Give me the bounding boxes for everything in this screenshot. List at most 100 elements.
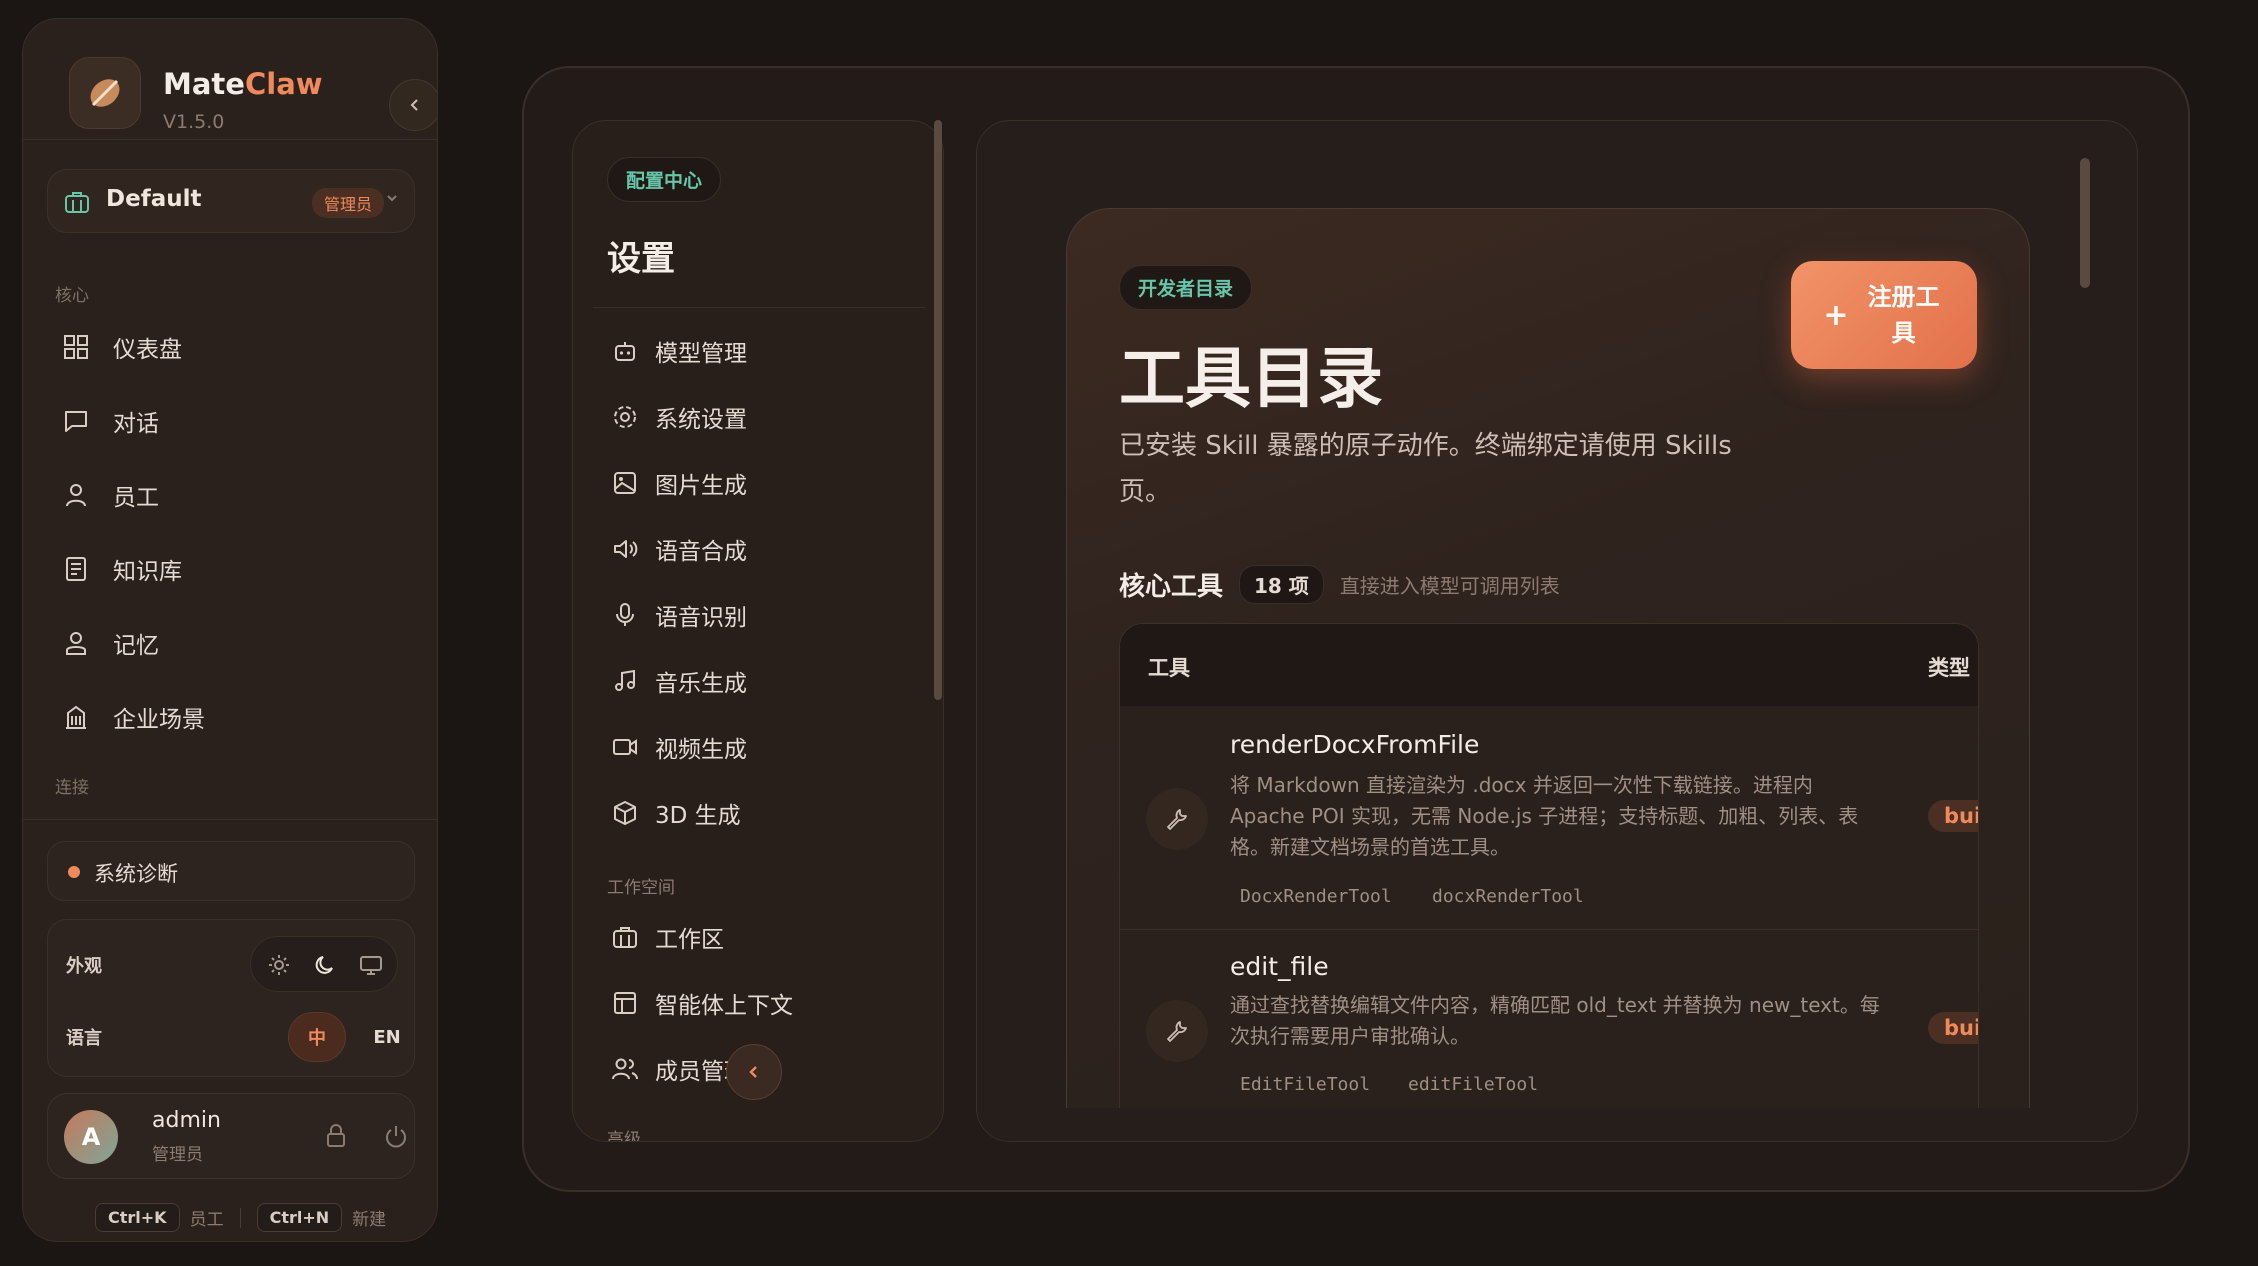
section-connect: 连接 (55, 778, 89, 798)
core-tools-hint: 直接进入模型可调用列表 (1339, 574, 1560, 598)
settings-item-image[interactable]: 图片生成 (609, 457, 909, 509)
video-icon (609, 731, 641, 763)
language-en-button[interactable]: EN (358, 1012, 416, 1062)
appearance-label: 外观 (66, 956, 102, 977)
section-advanced: 高级 (607, 1130, 641, 1142)
microphone-icon (609, 599, 641, 631)
collapse-sidebar-button[interactable] (389, 79, 437, 131)
settings-item-label: 系统设置 (655, 407, 747, 433)
tool-alias: DocxRenderTool (1240, 886, 1392, 907)
dark-theme-button[interactable] (307, 947, 343, 983)
workspace-switcher[interactable]: Default 管理员 (47, 169, 415, 233)
type-badge: bui (1928, 1012, 1978, 1044)
page-description: 已安装 Skill 暴露的原子动作。终端绑定请使用 Skills 页。 (1119, 431, 1732, 507)
settings-item-video[interactable]: 视频生成 (609, 721, 909, 773)
settings-item-music[interactable]: 音乐生成 (609, 655, 909, 707)
settings-item-label: 视频生成 (655, 737, 747, 763)
chevron-left-icon (410, 99, 418, 111)
register-tool-label: 注册工具 (1867, 283, 1940, 347)
section-core: 核心 (55, 286, 89, 306)
sidebar-item-label: 企业场景 (113, 707, 205, 733)
collapse-panel-button[interactable] (726, 1044, 782, 1100)
user-name: admin (152, 1108, 221, 1133)
sidebar-item-employees[interactable]: 员工 (59, 467, 399, 523)
settings-title: 设置 (607, 239, 675, 279)
image-icon (609, 467, 641, 499)
avatar[interactable]: A (64, 1110, 118, 1164)
tools-table: 工具 类型 renderDocxFromFile 将 Markdown 直接渲染… (1119, 623, 1979, 1108)
app-logo (69, 57, 141, 129)
diagnostics-label: 系统诊断 (94, 862, 178, 886)
table-row[interactable]: renderDocxFromFile 将 Markdown 直接渲染为 .doc… (1120, 706, 1978, 930)
settings-item-label: 音乐生成 (655, 671, 747, 697)
robot-icon (609, 335, 641, 367)
sidebar-item-dashboard[interactable]: 仪表盘 (59, 319, 399, 375)
tool-description: 通过查找替换编辑文件内容，精确匹配 old_text 并替换为 new_text… (1230, 993, 1880, 1048)
moon-icon (315, 956, 333, 974)
music-icon (609, 665, 641, 697)
config-center-chip: 配置中心 (607, 157, 722, 202)
shortcut-key: Ctrl+N (256, 1203, 343, 1232)
light-theme-button[interactable] (261, 947, 297, 983)
divider (23, 819, 437, 820)
lock-icon[interactable] (322, 1122, 350, 1154)
page-title: 工具目录 (1119, 340, 1383, 417)
power-icon[interactable] (382, 1122, 410, 1154)
system-theme-button[interactable] (353, 947, 389, 983)
settings-item-agent-context[interactable]: 智能体上下文 (609, 977, 909, 1029)
settings-scrollbar[interactable] (934, 120, 942, 700)
tool-description: 将 Markdown 直接渲染为 .docx 并返回一次性下载链接。进程内 Ap… (1230, 773, 1859, 859)
sidebar-item-label: 员工 (113, 485, 159, 511)
app-name-accent: Claw (244, 67, 323, 101)
language-zh-button[interactable]: 中 (288, 1012, 346, 1062)
dashboard-icon (59, 330, 93, 364)
settings-item-3d[interactable]: 3D 生成 (609, 787, 909, 839)
tool-name: edit_file (1230, 952, 1329, 981)
users-icon (609, 1053, 641, 1085)
user-card: A admin 管理员 (47, 1093, 415, 1179)
table-row[interactable]: edit_file 通过查找替换编辑文件内容，精确匹配 old_text 并替换… (1120, 930, 1978, 1108)
gear-icon (609, 401, 641, 433)
sidebar-item-chat[interactable]: 对话 (59, 393, 399, 449)
core-tools-header: 核心工具 18 项 直接进入模型可调用列表 (1119, 565, 1560, 604)
content-scrollbar[interactable] (2080, 158, 2090, 288)
settings-item-asr[interactable]: 语音识别 (609, 589, 909, 641)
briefcase-icon (64, 190, 90, 218)
app-name: MateClaw (163, 67, 323, 101)
user-role: 管理员 (152, 1145, 203, 1165)
settings-item-tts[interactable]: 语音合成 (609, 523, 909, 575)
monitor-icon (360, 956, 382, 975)
sidebar-item-label: 知识库 (113, 559, 182, 585)
sidebar-item-memory[interactable]: 记忆 (59, 615, 399, 671)
settings-item-workarea[interactable]: 工作区 (609, 911, 909, 963)
user-icon (59, 478, 93, 512)
settings-nav-panel: 配置中心 设置 模型管理 系统设置 图片生成 语音合成 语音识别 音乐生成 视频… (572, 120, 944, 1142)
register-tool-button[interactable]: + 注册工具 (1791, 261, 1977, 369)
sidebar-item-knowledge[interactable]: 知识库 (59, 541, 399, 597)
shortcut-key: Ctrl+K (95, 1203, 180, 1232)
theme-switcher (250, 936, 398, 992)
divider (23, 139, 437, 140)
settings-item-models[interactable]: 模型管理 (609, 325, 909, 377)
layout-icon (609, 987, 641, 1019)
plus-icon: + (1823, 297, 1849, 333)
sidebar-item-enterprise[interactable]: 企业场景 (59, 689, 399, 745)
briefcase-icon (609, 921, 641, 953)
tool-name: renderDocxFromFile (1230, 730, 1480, 759)
system-diagnostics-button[interactable]: 系统诊断 (47, 841, 415, 901)
settings-item-label: 工作区 (655, 927, 724, 953)
tool-alias: docxRenderTool (1432, 886, 1584, 907)
cube-icon (609, 797, 641, 829)
type-badge: bui (1928, 800, 1978, 832)
section-workspace: 工作空间 (607, 878, 675, 898)
divider (593, 307, 925, 308)
sidebar: MateClaw V1.5.0 Default 管理员 核心 仪表盘 对话 员工… (22, 18, 438, 1242)
settings-item-label: 模型管理 (655, 341, 747, 367)
speaker-icon (609, 533, 641, 565)
app-name-main: Mate (163, 67, 245, 101)
status-dot (68, 866, 80, 878)
settings-item-label: 语音识别 (655, 605, 747, 631)
settings-item-system[interactable]: 系统设置 (609, 391, 909, 443)
shortcut-label: 新建 (352, 1210, 387, 1230)
tool-catalog-card: 开发者目录 工具目录 已安装 Skill 暴露的原子动作。终端绑定请使用 Ski… (1066, 208, 2030, 1108)
